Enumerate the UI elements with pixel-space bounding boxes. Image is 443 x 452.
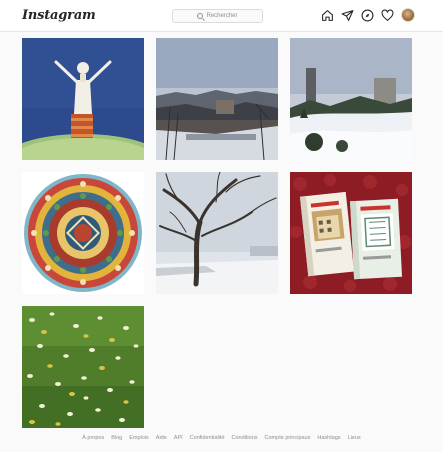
footer-link-blog[interactable]: Blog — [111, 435, 122, 441]
search-placeholder: Rechercher — [206, 13, 238, 19]
post-thumbnail-4[interactable] — [22, 172, 144, 294]
post-thumbnail-7[interactable] — [22, 306, 144, 428]
footer-link-hashtags[interactable]: Hashtags — [317, 435, 340, 441]
footer-link-conditions[interactable]: Conditions — [232, 435, 258, 441]
instagram-logo[interactable]: Instagram — [22, 8, 96, 23]
post-image-4 — [22, 172, 144, 294]
post-image-5 — [156, 172, 278, 294]
explore-icon[interactable] — [361, 9, 374, 22]
post-thumbnail-3[interactable] — [290, 38, 412, 160]
post-thumbnail-6[interactable] — [290, 172, 412, 294]
search-input[interactable]: Rechercher — [172, 9, 263, 23]
footer-link-comptes-principaux[interactable]: Compte principaux — [265, 435, 311, 441]
top-navigation-bar: Instagram Rechercher — [0, 0, 443, 32]
activity-icon[interactable] — [381, 8, 394, 22]
footer-link-confidentialite[interactable]: Confidentialité — [190, 435, 225, 441]
home-icon[interactable] — [321, 9, 334, 22]
footer-links: À propos Blog Emplois Aide API Confident… — [0, 435, 443, 441]
post-image-6 — [290, 172, 412, 294]
post-thumbnail-5[interactable] — [156, 172, 278, 294]
footer-link-emplois[interactable]: Emplois — [129, 435, 149, 441]
footer-link-aide[interactable]: Aide — [156, 435, 167, 441]
direct-icon[interactable] — [341, 9, 354, 22]
footer-link-lieux[interactable]: Lieux — [348, 435, 361, 441]
nav-icons — [321, 8, 415, 22]
search-icon — [197, 13, 204, 19]
post-image-7 — [22, 306, 144, 428]
post-thumbnail-1[interactable] — [22, 38, 144, 160]
post-thumbnail-2[interactable] — [156, 38, 278, 160]
post-image-3 — [290, 38, 412, 160]
post-image-2 — [156, 38, 278, 160]
profile-avatar[interactable] — [401, 8, 415, 22]
footer-link-api[interactable]: API — [174, 435, 183, 441]
footer-link-a-propos[interactable]: À propos — [82, 435, 104, 441]
post-image-1 — [22, 38, 144, 160]
